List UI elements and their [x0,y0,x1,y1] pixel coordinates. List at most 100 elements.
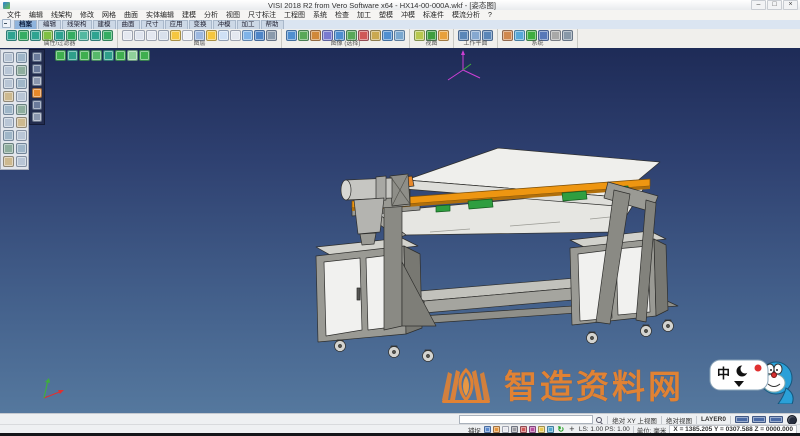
osnap-origin-icon[interactable] [538,426,545,433]
menu-wireframe[interactable]: 线架构 [47,10,76,20]
tab-edit[interactable]: 编辑 [38,20,61,29]
calculator-icon[interactable] [550,30,561,41]
view-indicator[interactable]: 绝对视图 [666,415,692,425]
layer-settings-icon[interactable] [266,30,277,41]
select-color-icon[interactable] [370,30,381,41]
layer-visible-icon[interactable] [218,30,229,41]
layer-filter-icon[interactable] [30,30,41,41]
menu-check[interactable]: 检查 [331,10,353,20]
delete-tool-icon[interactable] [16,156,27,167]
select-invert-icon[interactable] [394,30,405,41]
snap-grid-icon[interactable] [115,50,126,61]
scale-tool-icon[interactable] [3,143,14,154]
clock-icon[interactable] [787,415,797,425]
rotate-tool-icon[interactable] [16,130,27,141]
bookmark-icon[interactable] [32,76,42,86]
rectangle-tool-icon[interactable] [3,78,14,89]
active-panel-icon[interactable] [32,88,42,98]
status-box-2-icon[interactable] [752,416,766,423]
select-chain-icon[interactable] [334,30,345,41]
menu-dimension[interactable]: 尺寸标注 [244,10,280,20]
selection-filter-icon[interactable] [66,30,77,41]
osnap-auto-icon[interactable] [547,426,554,433]
point-tool-icon[interactable] [3,52,14,63]
layer-new-icon[interactable] [122,30,133,41]
snap-near-icon[interactable] [127,50,138,61]
element-filter-icon[interactable] [54,30,65,41]
menu-help[interactable]: ? [484,12,496,19]
layer-current-icon[interactable] [170,30,181,41]
select-solid-icon[interactable] [346,30,357,41]
osnap-axis-icon[interactable] [529,426,536,433]
menu-modeling[interactable]: 建模 [178,10,200,20]
osnap-settings-icon[interactable] [484,426,491,433]
status-box-3-icon[interactable] [769,416,783,423]
menu-solid-edit[interactable]: 实体编辑 [142,10,178,20]
polygon-tool-icon[interactable] [16,78,27,89]
menu-view[interactable]: 视图 [222,10,244,20]
chamfer-tool-icon[interactable] [16,117,27,128]
line-tool-icon[interactable] [16,52,27,63]
snap-end-icon[interactable] [55,50,66,61]
fillet-tool-icon[interactable] [3,117,14,128]
workplane-align-icon[interactable] [482,30,493,41]
osnap-point-icon[interactable] [493,426,500,433]
tab-machining[interactable]: 加工 [237,20,260,29]
osnap-vertex-icon[interactable] [520,426,527,433]
minimize-button[interactable]: – [751,0,766,10]
tab-file[interactable]: 档案 [14,20,37,29]
workplane-select-icon[interactable] [458,30,469,41]
zoom-fit-icon[interactable] [438,30,449,41]
select-layer-icon[interactable] [382,30,393,41]
info-panel-icon[interactable] [32,112,42,122]
menu-flow-analysis[interactable]: 模流分析 [448,10,484,20]
snap-perp-icon[interactable] [139,50,150,61]
mirror-tool-icon[interactable] [3,130,14,141]
spline-tool-icon[interactable] [3,91,14,102]
measure-tool-icon[interactable] [3,156,14,167]
model-tree-icon[interactable] [32,52,42,62]
history-icon[interactable] [32,100,42,110]
printer-icon[interactable] [562,30,573,41]
ime-bubble[interactable]: 中 [710,360,768,390]
menu-die[interactable]: 冲模 [397,10,419,20]
offset-tool-icon[interactable] [3,104,14,115]
layer-indicator[interactable]: LAYER0 [701,416,726,423]
filter-reset-icon[interactable] [102,30,113,41]
assembly-tree-icon[interactable] [32,64,42,74]
display-settings-icon[interactable] [514,30,525,41]
tab-surface[interactable]: 曲面 [117,20,140,29]
menu-modify[interactable]: 修改 [76,10,98,20]
ribbon-collapse-icon[interactable] [2,19,11,28]
layer-blue-icon[interactable] [242,30,253,41]
trim-tool-icon[interactable] [16,104,27,115]
tab-die[interactable]: 冲模 [213,20,236,29]
snap-center-icon[interactable] [79,50,90,61]
3d-viewport[interactable]: 智造资料网 中 [0,48,800,413]
snap-quad-icon[interactable] [91,50,102,61]
workplane-indicator[interactable]: 绝对 XY 上视图 [612,415,657,425]
layer-manager-icon[interactable] [254,30,265,41]
menu-system[interactable]: 系统 [309,10,331,20]
layer-lock-icon[interactable] [230,30,241,41]
search-input[interactable] [459,415,593,424]
menu-standard-parts[interactable]: 标准件 [419,10,448,20]
arc-tool-icon[interactable] [16,65,27,76]
layer-copy-icon[interactable] [134,30,145,41]
snap-mid-icon[interactable] [67,50,78,61]
menu-mesh[interactable]: 网格 [98,10,120,20]
menu-analysis[interactable]: 分析 [200,10,222,20]
select-green-icon[interactable] [298,30,309,41]
menu-mould[interactable]: 塑模 [375,10,397,20]
filter-toggle-icon[interactable] [90,30,101,41]
circle-tool-icon[interactable] [3,65,14,76]
ellipse-tool-icon[interactable] [16,91,27,102]
maximize-button[interactable]: □ [767,0,782,10]
snap-intersect-icon[interactable] [103,50,114,61]
mask-filter-icon[interactable] [78,30,89,41]
menu-machining[interactable]: 加工 [353,10,375,20]
layer-list-icon[interactable] [182,30,193,41]
tab-transform[interactable]: 变换 [189,20,212,29]
osnap-edge-icon[interactable] [502,426,509,433]
layer-on-icon[interactable] [158,30,169,41]
